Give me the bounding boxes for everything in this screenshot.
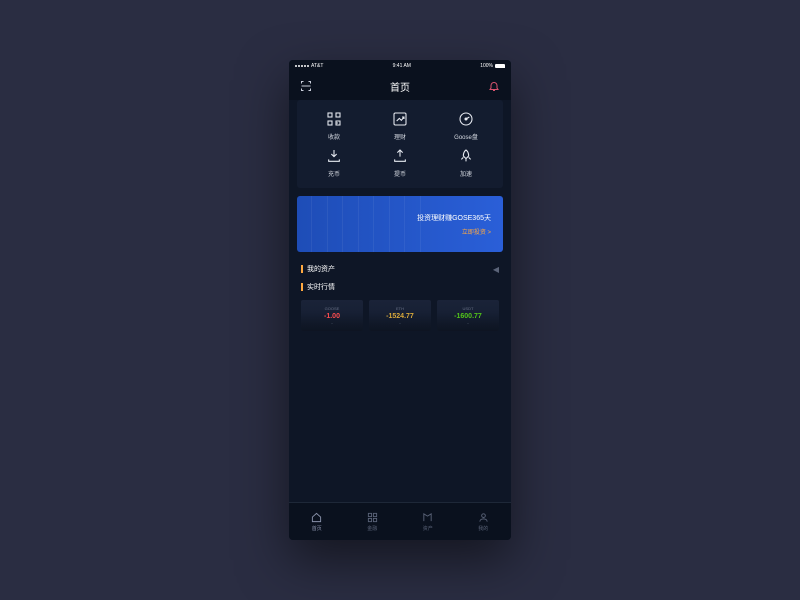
promo-card[interactable]: 投资理财赚GOSE365天 立即投资 > bbox=[297, 196, 503, 252]
battery-label: 100% bbox=[480, 63, 493, 69]
tab-label: 金融 bbox=[367, 525, 377, 532]
scan-icon[interactable] bbox=[299, 79, 313, 93]
quote-sub: -- bbox=[305, 321, 359, 325]
withdraw-icon bbox=[390, 147, 410, 165]
section-accent bbox=[301, 283, 303, 291]
tab-bar: 首页 金融 资产 我的 bbox=[289, 502, 511, 540]
status-time: 9:41 AM bbox=[393, 63, 411, 69]
wallet-icon bbox=[422, 511, 434, 523]
apps-icon bbox=[366, 511, 378, 523]
qr-icon bbox=[324, 110, 344, 128]
grid-label: 理财 bbox=[394, 132, 406, 141]
section-accent bbox=[301, 265, 303, 273]
tab-label: 资产 bbox=[423, 525, 433, 532]
user-icon bbox=[477, 511, 489, 523]
signal-icon bbox=[295, 65, 309, 67]
grid-item-goose[interactable]: Goose盘 bbox=[433, 110, 499, 141]
promo-text: 投资理财赚GOSE365天 立即投资 > bbox=[417, 213, 491, 236]
battery-icon bbox=[495, 64, 505, 68]
quote-card[interactable]: GOOSE -1.00 -- bbox=[301, 300, 363, 331]
grid-item-boost[interactable]: 加速 bbox=[433, 147, 499, 178]
tab-profile[interactable]: 我的 bbox=[456, 503, 512, 540]
section-head-left: 我的资产 bbox=[301, 264, 335, 274]
home-icon bbox=[311, 511, 323, 523]
quote-sub: -- bbox=[373, 321, 427, 325]
status-right: 100% bbox=[480, 63, 505, 69]
section-title: 我的资产 bbox=[307, 264, 335, 274]
section-head-left: 实时行情 bbox=[301, 282, 335, 292]
grid-label: 充币 bbox=[328, 169, 340, 178]
grid-label: Goose盘 bbox=[454, 132, 478, 141]
grid-label: 加速 bbox=[460, 169, 472, 178]
rocket-icon bbox=[456, 147, 476, 165]
quote-value: -1600.77 bbox=[441, 313, 495, 320]
phone-frame: AT&T 9:41 AM 100% 首页 bbox=[289, 60, 511, 540]
grid-label: 提币 bbox=[394, 169, 406, 178]
quote-value: -1.00 bbox=[305, 313, 359, 320]
status-bar: AT&T 9:41 AM 100% bbox=[289, 60, 511, 72]
tab-home[interactable]: 首页 bbox=[289, 503, 345, 540]
chart-up-icon bbox=[390, 110, 410, 128]
quote-card[interactable]: USDT -1600.77 -- bbox=[437, 300, 499, 331]
carrier-label: AT&T bbox=[311, 63, 323, 69]
status-left: AT&T bbox=[295, 63, 323, 69]
bell-icon[interactable] bbox=[487, 79, 501, 93]
page-title: 首页 bbox=[390, 79, 410, 94]
tab-label: 首页 bbox=[312, 525, 322, 532]
feature-grid: 收款 理财 Goose盘 充币 bbox=[297, 100, 503, 188]
chevron-left-icon: ◀ bbox=[493, 265, 499, 274]
grid-item-withdraw[interactable]: 提币 bbox=[367, 147, 433, 178]
promo-decoration bbox=[297, 196, 421, 252]
section-quotes: 实时行情 bbox=[289, 278, 511, 296]
quote-value: -1524.77 bbox=[373, 313, 427, 320]
promo-title: 投资理财赚GOSE365天 bbox=[417, 213, 491, 223]
grid-label: 收款 bbox=[328, 132, 340, 141]
promo-cta: 立即投资 > bbox=[417, 227, 491, 236]
nav-bar: 首页 bbox=[289, 72, 511, 100]
grid-item-receive[interactable]: 收款 bbox=[301, 110, 367, 141]
gauge-icon bbox=[456, 110, 476, 128]
quote-name: USDT bbox=[441, 306, 495, 311]
quote-row: GOOSE -1.00 -- ETH -1524.77 -- USDT -160… bbox=[289, 296, 511, 339]
deposit-icon bbox=[324, 147, 344, 165]
quote-sub: -- bbox=[441, 321, 495, 325]
quote-card[interactable]: ETH -1524.77 -- bbox=[369, 300, 431, 331]
section-assets[interactable]: 我的资产 ◀ bbox=[289, 260, 511, 278]
tab-finance[interactable]: 金融 bbox=[345, 503, 401, 540]
quote-name: ETH bbox=[373, 306, 427, 311]
section-title: 实时行情 bbox=[307, 282, 335, 292]
tab-assets[interactable]: 资产 bbox=[400, 503, 456, 540]
grid-item-finance[interactable]: 理财 bbox=[367, 110, 433, 141]
grid-item-deposit[interactable]: 充币 bbox=[301, 147, 367, 178]
tab-label: 我的 bbox=[478, 525, 488, 532]
quote-name: GOOSE bbox=[305, 306, 359, 311]
